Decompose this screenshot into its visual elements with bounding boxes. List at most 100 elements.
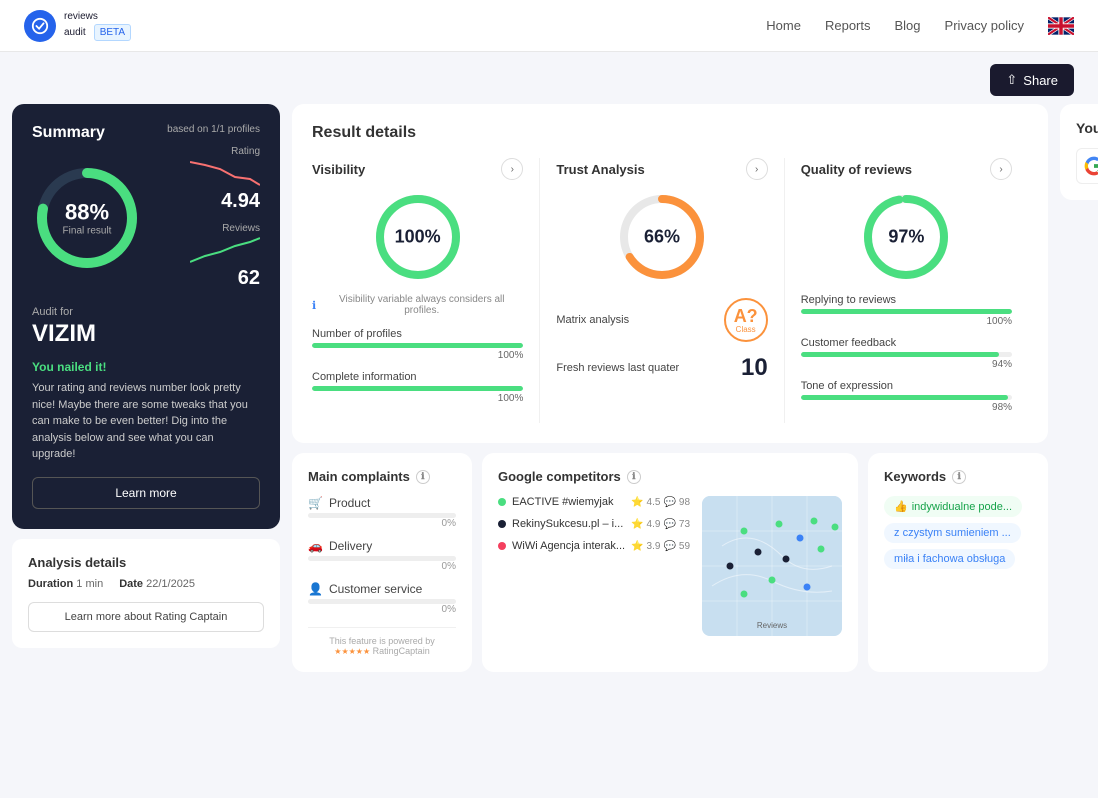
competitors-info-icon[interactable]: ℹ [627, 470, 641, 484]
keyword-tag-1: 👍 indywidualne pode... [884, 496, 1022, 517]
logo-text-block: reviews audit BETA [64, 11, 131, 41]
keywords-title: Keywords ℹ [884, 469, 1032, 484]
keywords-card: Keywords ℹ 👍 indywidualne pode... z czys… [868, 453, 1048, 672]
right-col: Your profiles Vizim See profile [1060, 104, 1098, 672]
visibility-chevron[interactable]: › [501, 158, 523, 180]
visibility-circle: 100% [373, 192, 463, 282]
summary-card: Summary based on 1/1 profiles 88% Final … [12, 104, 280, 529]
trust-percent: 66% [644, 227, 680, 248]
fresh-row: Fresh reviews last quater 10 [556, 354, 767, 382]
result-grid: Visibility › 100% ℹ Visibility vari [312, 158, 1028, 423]
result-details-title: Result details [312, 124, 1028, 142]
map-svg: Reviews [702, 496, 842, 636]
complaint-delivery-name: 🚗 Delivery [308, 539, 456, 553]
competitor-list: EACTIVE #wiemyjak ⭐4.5 💬98 RekinySukcesu… [498, 496, 690, 628]
learn-more-button[interactable]: Learn more [32, 477, 260, 509]
logo-name: reviews [64, 11, 131, 22]
competitors-card: Google competitors ℹ EACTIVE #wiemyjak ⭐… [482, 453, 858, 672]
trust-circle: 66% [617, 192, 707, 282]
complaints-info-icon[interactable]: ℹ [416, 470, 430, 484]
metric-replying: Replying to reviews 100% [801, 294, 1012, 327]
product-icon: 🛒 [308, 496, 323, 510]
beta-badge: BETA [94, 24, 131, 41]
share-label: Share [1023, 73, 1058, 88]
matrix-label: Matrix analysis [556, 314, 629, 326]
metric-num-profiles: Number of profiles 100% [312, 328, 523, 361]
trust-col: Trust Analysis › 66% Matrix analysis [540, 158, 784, 423]
svg-text:Reviews: Reviews [757, 621, 787, 630]
logo-icon [24, 10, 56, 42]
donut-chart: 88% Final result [32, 163, 142, 273]
reviews-label: Reviews [190, 223, 260, 234]
fresh-label: Fresh reviews last quater [556, 362, 679, 374]
duration-label: Duration 1 min [28, 578, 103, 590]
quality-chevron[interactable]: › [990, 158, 1012, 180]
content: Result details Visibility › 100% [292, 104, 1048, 672]
sidebar: Summary based on 1/1 profiles 88% Final … [12, 104, 280, 672]
competitors-title: Google competitors ℹ [498, 469, 842, 484]
complaint-delivery: 🚗 Delivery 0% [308, 539, 456, 572]
visibility-title: Visibility [312, 162, 365, 177]
trust-title: Trust Analysis [556, 162, 644, 177]
fresh-number: 10 [741, 354, 768, 382]
date-label: Date 22/1/2025 [119, 578, 195, 590]
powered-by: This feature is powered by ★★★★★ RatingC… [308, 627, 456, 656]
complaints-card: Main complaints ℹ 🛒 Product 0% 🚗 Deliver… [292, 453, 472, 672]
nav-blog[interactable]: Blog [895, 18, 921, 33]
complaint-product: 🛒 Product 0% [308, 496, 456, 529]
nav-home[interactable]: Home [766, 18, 801, 33]
quality-circle: 97% [861, 192, 951, 282]
matrix-row: Matrix analysis A? Class [556, 298, 767, 342]
delivery-icon: 🚗 [308, 539, 323, 553]
metric-complete-info: Complete information 100% [312, 371, 523, 404]
nav-reports[interactable]: Reports [825, 18, 871, 33]
rating-captain-button[interactable]: Learn more about Rating Captain [28, 602, 264, 632]
visibility-header: Visibility › [312, 158, 523, 180]
reviews-trend [190, 234, 260, 264]
audit-for-label: Audit for [32, 306, 260, 318]
trust-chevron[interactable]: › [746, 158, 768, 180]
complaint-cs-name: 👤 Customer service [308, 582, 456, 596]
metric-tone: Tone of expression 98% [801, 380, 1012, 413]
trend-line [190, 157, 260, 187]
competitor-1-dot [498, 498, 506, 506]
competitors-content: EACTIVE #wiemyjak ⭐4.5 💬98 RekinySukcesu… [498, 496, 842, 636]
final-percent: 88% [63, 200, 112, 226]
keyword-1: 👍 indywidualne pode... [884, 496, 1032, 523]
language-flag[interactable] [1048, 17, 1074, 35]
trust-header: Trust Analysis › [556, 158, 767, 180]
header: reviews audit BETA Home Reports Blog Pri… [0, 0, 1098, 52]
result-details-card: Result details Visibility › 100% [292, 104, 1048, 443]
visibility-percent: 100% [395, 227, 441, 248]
reviews-value: 62 [190, 267, 260, 290]
rating-value: 4.94 [190, 190, 260, 213]
final-label: Final result [63, 226, 112, 237]
analysis-meta: Duration 1 min Date 22/1/2025 [28, 578, 264, 590]
profiles-card: Your profiles Vizim See profile [1060, 104, 1098, 200]
quality-header: Quality of reviews › [801, 158, 1012, 180]
toolbar: ⇧ Share [0, 52, 1098, 104]
keyword-1-icon: 👍 [894, 500, 908, 513]
reviews-box: Reviews 62 [190, 223, 260, 290]
google-logo [1076, 148, 1098, 184]
visibility-col: Visibility › 100% ℹ Visibility vari [312, 158, 540, 423]
nav: Home Reports Blog Privacy policy [766, 17, 1074, 35]
keyword-3: miła i fachowa obsługa [884, 549, 1032, 575]
share-button[interactable]: ⇧ Share [990, 64, 1074, 96]
customer-service-icon: 👤 [308, 582, 323, 596]
rating-box: Rating 4.94 [190, 146, 260, 213]
keywords-info-icon[interactable]: ℹ [952, 470, 966, 484]
score-section: 88% Final result Rating 4.94 [32, 146, 260, 290]
metric-feedback: Customer feedback 94% [801, 337, 1012, 370]
competitor-3: WiWi Agencja interak... ⭐3.9 💬59 [498, 540, 690, 552]
bottom-row: Main complaints ℹ 🛒 Product 0% 🚗 Deliver… [292, 453, 1048, 672]
analysis-title: Analysis details [28, 555, 264, 570]
nailed-description: Your rating and reviews number look pret… [32, 380, 260, 463]
competitor-2-rating: ⭐4.9 💬73 [631, 519, 690, 530]
nav-privacy[interactable]: Privacy policy [945, 18, 1024, 33]
logo-subtext: audit [64, 27, 86, 38]
quality-title: Quality of reviews [801, 162, 912, 177]
summary-title: Summary [32, 124, 105, 142]
matrix-class-badge: A? Class [724, 298, 768, 342]
keyword-tag-2: z czystym sumieniem ... [884, 523, 1021, 543]
